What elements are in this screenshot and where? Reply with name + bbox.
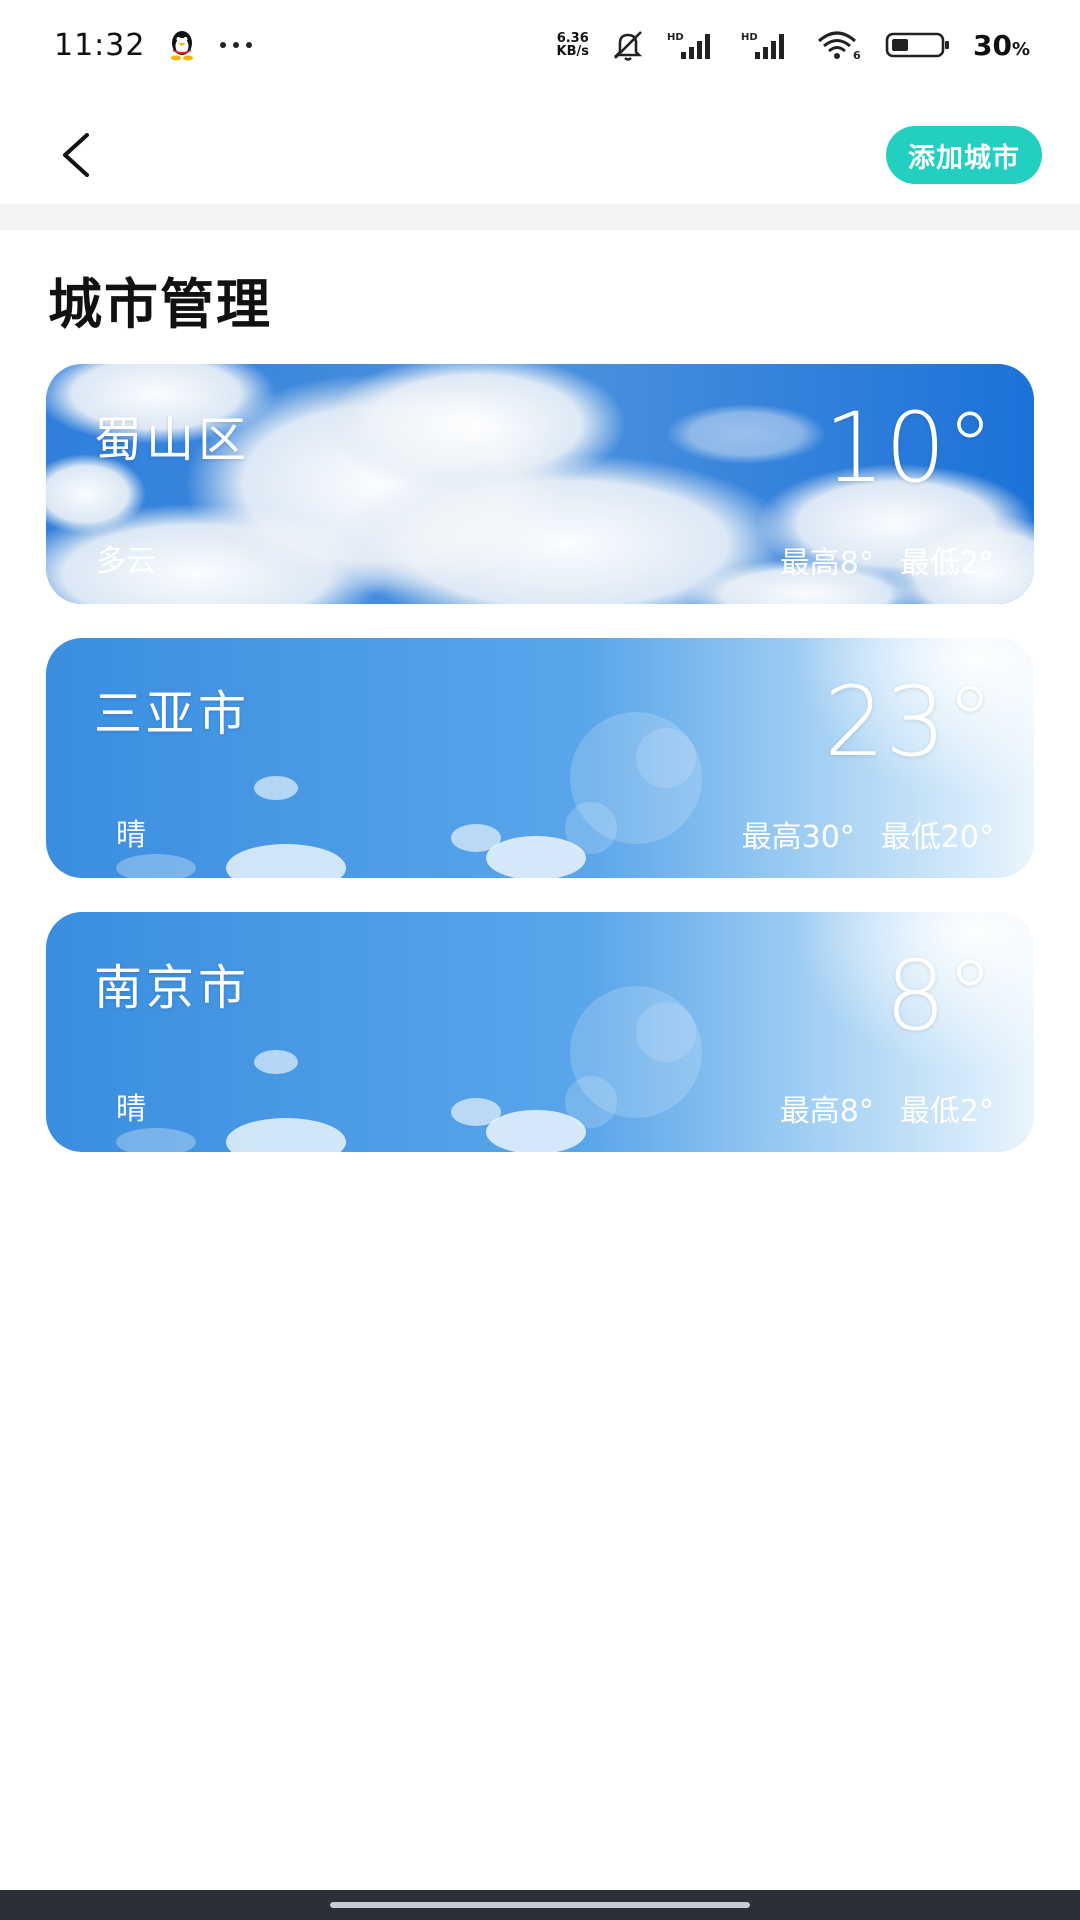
- city-condition: 多云: [96, 544, 156, 579]
- system-nav-bar: [0, 1890, 1080, 1920]
- city-low: 最低2°: [899, 1094, 994, 1129]
- city-name: 南京市: [94, 960, 251, 1016]
- city-high: 最高8°: [779, 1094, 874, 1129]
- city-management-screen: 11:32 6.36 KB/s HD HD 6 30% 添加城市 城市管理 蜀山…: [0, 0, 1080, 1920]
- city-temp-range: 最高8° 最低2°: [780, 538, 994, 582]
- app-header: 添加城市: [0, 110, 1080, 200]
- header-divider: [0, 204, 1080, 230]
- battery-percent: 30%: [973, 29, 1030, 62]
- city-temperature: 8°: [884, 940, 994, 1052]
- city-temperature: 10°: [823, 392, 994, 504]
- hd-label-2: HD: [741, 32, 758, 43]
- city-temp-range: 最高8° 最低2°: [780, 1086, 994, 1130]
- city-card-shushan[interactable]: 蜀山区 10° 多云 最高8° 最低2°: [46, 364, 1034, 604]
- city-low: 最低2°: [899, 546, 994, 581]
- city-high: 最高8°: [779, 546, 874, 581]
- back-button[interactable]: [48, 127, 104, 183]
- status-time: 11:32: [54, 27, 146, 63]
- network-speed: 6.36 KB/s: [557, 32, 589, 58]
- city-condition: 晴: [116, 1092, 146, 1127]
- bell-muted-icon: [611, 28, 645, 62]
- page-title: 城市管理: [48, 273, 272, 336]
- city-high: 最高30°: [741, 820, 855, 855]
- city-card-nanjing[interactable]: 南京市 8° 晴 最高8° 最低2°: [46, 912, 1034, 1152]
- qq-penguin-icon: [167, 29, 197, 61]
- chevron-left-icon: [63, 133, 89, 177]
- status-bar: 11:32 6.36 KB/s HD HD 6 30%: [0, 0, 1080, 90]
- battery-percent-symbol: %: [1011, 38, 1030, 60]
- city-temp-range: 最高30° 最低20°: [742, 812, 994, 856]
- city-condition: 晴: [116, 818, 146, 853]
- city-list: 蜀山区 10° 多云 最高8° 最低2° 三亚市 23° 晴 最高30° 最低2…: [46, 364, 1034, 1186]
- city-temperature: 23°: [823, 666, 994, 778]
- city-name: 三亚市: [94, 686, 251, 742]
- cell-signal-2-icon: HD: [741, 30, 793, 60]
- battery-percent-value: 30: [972, 28, 1012, 62]
- add-city-button[interactable]: 添加城市: [886, 126, 1042, 184]
- city-name: 蜀山区: [94, 412, 251, 468]
- svg-text:6: 6: [853, 49, 861, 61]
- cell-signal-1-icon: HD: [667, 30, 719, 60]
- battery-icon: [885, 30, 951, 60]
- wifi-6-icon: 6: [815, 29, 863, 61]
- more-dots-icon: [219, 41, 253, 49]
- hd-label-1: HD: [667, 32, 684, 43]
- home-gesture-handle[interactable]: [330, 1902, 750, 1908]
- net-speed-unit: KB/s: [556, 44, 589, 59]
- status-right: 6.36 KB/s HD HD 6 30%: [557, 28, 1030, 62]
- city-low: 最低20°: [880, 820, 994, 855]
- status-left: 11:32: [54, 28, 253, 63]
- city-card-sanya[interactable]: 三亚市 23° 晴 最高30° 最低20°: [46, 638, 1034, 878]
